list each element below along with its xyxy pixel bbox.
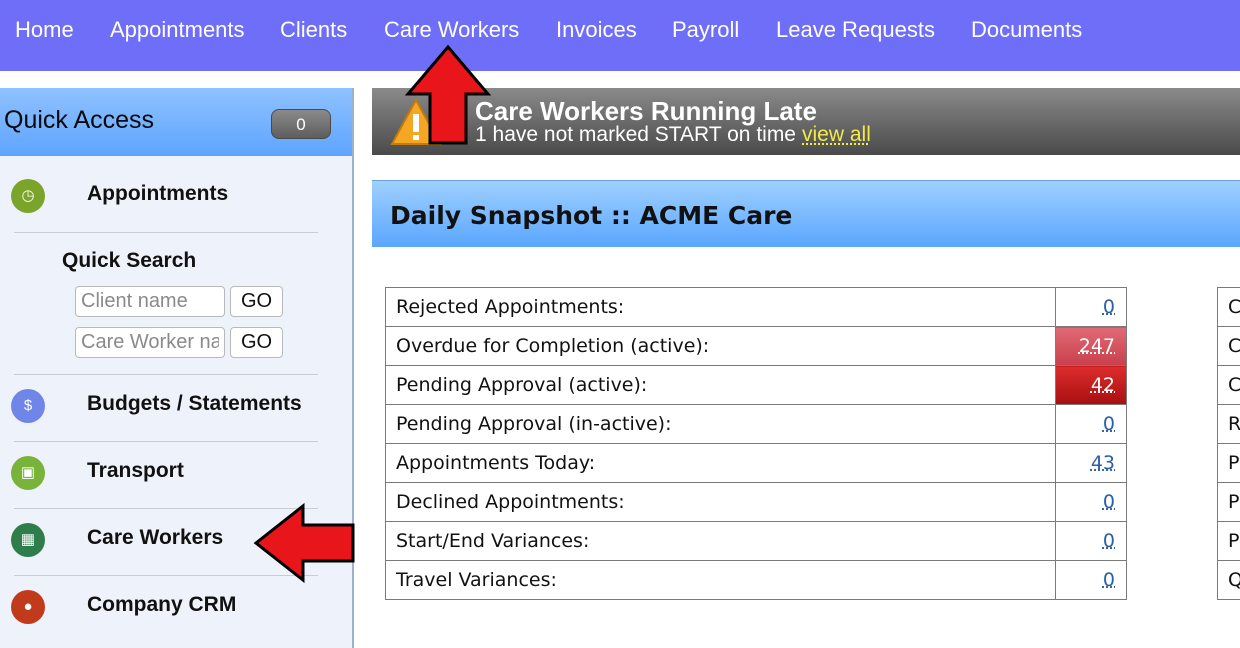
cell: P: [1218, 483, 1240, 522]
view-all-link[interactable]: view all: [802, 123, 871, 146]
quick-access-title: Quick Access: [4, 106, 154, 135]
table-row: P: [1218, 444, 1240, 483]
sidebar-item-label: Care Workers: [87, 526, 223, 550]
stat-value-link[interactable]: 0: [1103, 413, 1115, 435]
table-row: C: [1218, 366, 1240, 405]
secondary-stats-table: C C C R P P P Q: [1217, 287, 1240, 600]
stat-value-link[interactable]: 43: [1091, 452, 1115, 474]
stat-value-link[interactable]: 0: [1103, 530, 1115, 552]
nav-clients[interactable]: Clients: [280, 17, 347, 43]
care-workers-icon: ▦: [11, 523, 45, 557]
table-row: Appointments Today: 43: [386, 444, 1127, 483]
nav-documents[interactable]: Documents: [971, 17, 1082, 43]
stat-value-link[interactable]: 0: [1103, 569, 1115, 591]
stat-value-link[interactable]: 0: [1103, 296, 1115, 318]
nav-invoices[interactable]: Invoices: [556, 17, 637, 43]
nav-leave-requests[interactable]: Leave Requests: [776, 17, 935, 43]
stat-value-link[interactable]: 42: [1091, 374, 1115, 396]
sidebar-item-label: Appointments: [87, 182, 228, 206]
cell: C: [1218, 366, 1240, 405]
table-row: Pending Approval (in-active): 0: [386, 405, 1127, 444]
sidebar-item-budgets-statements[interactable]: $ Budgets / Statements: [0, 386, 352, 426]
table-row: Pending Approval (active): 42: [386, 366, 1127, 405]
stat-label: Appointments Today:: [386, 444, 1056, 483]
table-row: Rejected Appointments: 0: [386, 288, 1127, 327]
sidebar-item-company-crm[interactable]: ● Company CRM: [0, 587, 352, 627]
table-row: P: [1218, 483, 1240, 522]
divider: [14, 232, 318, 233]
stat-label: Start/End Variances:: [386, 522, 1056, 561]
left-arrow-annotation-icon: [253, 503, 355, 583]
care-worker-name-input[interactable]: [75, 327, 225, 358]
crm-icon: ●: [11, 590, 45, 624]
sidebar-item-label: Budgets / Statements: [87, 392, 302, 416]
stat-value-link[interactable]: 247: [1079, 335, 1115, 357]
nav-appointments[interactable]: Appointments: [110, 17, 245, 43]
nav-home[interactable]: Home: [15, 17, 74, 43]
stat-value-cell: 0: [1056, 483, 1127, 522]
cell: P: [1218, 444, 1240, 483]
stat-value-cell: 43: [1056, 444, 1127, 483]
table-row: Travel Variances: 0: [386, 561, 1127, 600]
stat-value-cell: 0: [1056, 561, 1127, 600]
nav-care-workers[interactable]: Care Workers: [384, 17, 519, 43]
stat-label: Travel Variances:: [386, 561, 1056, 600]
stat-value-cell: 0: [1056, 522, 1127, 561]
stat-label: Rejected Appointments:: [386, 288, 1056, 327]
table-row: C: [1218, 288, 1240, 327]
table-row: C: [1218, 327, 1240, 366]
quick-access-header: Quick Access 0: [0, 88, 352, 156]
nav-payroll[interactable]: Payroll: [672, 17, 739, 43]
stat-label: Pending Approval (in-active):: [386, 405, 1056, 444]
cell: Q: [1218, 561, 1240, 600]
sidebar-item-appointments[interactable]: ◷ Appointments: [0, 176, 352, 216]
up-arrow-annotation-icon: [405, 44, 491, 146]
clock-icon: ◷: [11, 179, 45, 213]
sidebar-item-label: Company CRM: [87, 593, 236, 617]
table-row: Start/End Variances: 0: [386, 522, 1127, 561]
divider: [14, 374, 318, 375]
top-navigation: Home Appointments Clients Care Workers I…: [0, 0, 1240, 71]
daily-snapshot-title: Daily Snapshot :: ACME Care: [390, 201, 792, 230]
sidebar-item-transport[interactable]: ▣ Transport: [0, 453, 352, 493]
cell: R: [1218, 405, 1240, 444]
care-worker-go-button[interactable]: GO: [230, 327, 283, 358]
table-row: P: [1218, 522, 1240, 561]
money-icon: $: [11, 389, 45, 423]
quick-search-title: Quick Search: [62, 249, 196, 273]
stat-value-cell: 42: [1056, 366, 1127, 405]
table-row: Overdue for Completion (active): 247: [386, 327, 1127, 366]
divider: [14, 441, 318, 442]
stat-label: Overdue for Completion (active):: [386, 327, 1056, 366]
table-row: Q: [1218, 561, 1240, 600]
bus-icon: ▣: [11, 456, 45, 490]
table-row: R: [1218, 405, 1240, 444]
stat-value-link[interactable]: 0: [1103, 491, 1115, 513]
daily-snapshot-header: Daily Snapshot :: ACME Care: [372, 180, 1240, 247]
alert-subtitle-text: 1 have not marked START on time: [475, 123, 796, 146]
cell: C: [1218, 327, 1240, 366]
cell: P: [1218, 522, 1240, 561]
running-late-alert: Care Workers Running Late 1 have not mar…: [372, 88, 1240, 155]
stat-value-cell: 247: [1056, 327, 1127, 366]
alert-subtitle: 1 have not marked START on time view all: [475, 123, 871, 147]
stat-value-cell: 0: [1056, 288, 1127, 327]
table-row: Declined Appointments: 0: [386, 483, 1127, 522]
sidebar-item-label: Transport: [87, 459, 184, 483]
stat-label: Pending Approval (active):: [386, 366, 1056, 405]
stat-label: Declined Appointments:: [386, 483, 1056, 522]
client-name-input[interactable]: [75, 286, 225, 317]
cell: C: [1218, 288, 1240, 327]
stat-value-cell: 0: [1056, 405, 1127, 444]
quick-access-count-badge[interactable]: 0: [271, 109, 331, 139]
client-go-button[interactable]: GO: [230, 286, 283, 317]
snapshot-stats-table: Rejected Appointments: 0 Overdue for Com…: [385, 287, 1127, 600]
